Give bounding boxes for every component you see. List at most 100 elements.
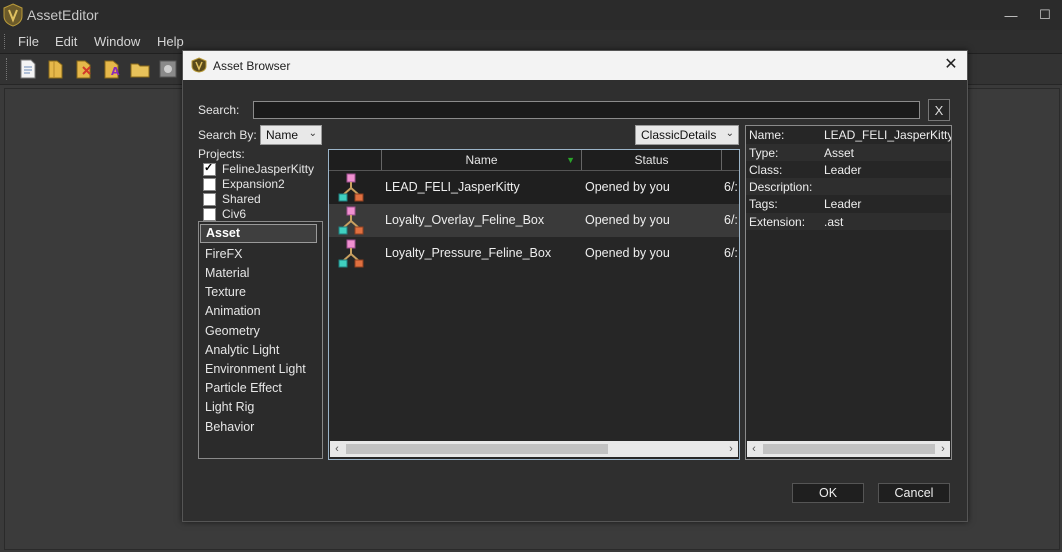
dialog-title: Asset Browser	[213, 59, 291, 73]
view-mode-value: ClassicDetails	[641, 128, 717, 142]
asset-grid: Name ▼ Status LEAD_FELI_JasperKitty Open…	[328, 149, 740, 460]
asset-icon	[338, 239, 364, 268]
project-checkbox[interactable]	[203, 161, 216, 176]
grid-horizontal-scrollbar[interactable]: ‹ ›	[330, 441, 738, 457]
property-key: Class:	[749, 163, 783, 177]
settings-icon[interactable]	[157, 58, 179, 80]
type-item-environment-light[interactable]: Environment Light	[205, 362, 306, 376]
row-date: 6/:	[724, 246, 738, 260]
search-input[interactable]	[253, 101, 920, 119]
asset-icon	[338, 206, 364, 235]
property-key: Name:	[749, 128, 785, 142]
type-item-animation[interactable]: Animation	[205, 304, 261, 318]
row-date: 6/:	[724, 213, 738, 227]
folder-icon[interactable]	[129, 58, 151, 80]
chevron-down-icon: ⌄	[725, 128, 734, 139]
row-name: LEAD_FELI_JasperKitty	[385, 180, 520, 194]
property-key: Tags:	[749, 197, 778, 211]
menu-grip[interactable]	[4, 34, 9, 49]
project-label: Civ6	[222, 207, 247, 221]
row-status: Opened by you	[585, 213, 670, 227]
new-document-icon[interactable]	[17, 58, 39, 80]
table-row[interactable]: Loyalty_Overlay_Feline_Box Opened by you…	[329, 204, 739, 237]
project-label: Shared	[222, 192, 261, 206]
search-by-value: Name	[266, 128, 299, 142]
type-item-firefx[interactable]: FireFX	[205, 247, 243, 261]
scroll-right-icon[interactable]: ›	[724, 441, 738, 457]
table-row[interactable]: LEAD_FELI_JasperKitty Opened by you 6/:	[329, 171, 739, 204]
type-item-material[interactable]: Material	[205, 266, 249, 280]
remove-icon[interactable]	[73, 58, 95, 80]
menu-window[interactable]: Window	[94, 34, 140, 49]
type-item-texture[interactable]: Texture	[205, 285, 246, 299]
app-logo-icon	[3, 3, 23, 27]
scrollbar-thumb[interactable]	[763, 444, 935, 454]
menu-file[interactable]: File	[18, 34, 39, 49]
row-status: Opened by you	[585, 180, 670, 194]
scroll-right-icon[interactable]: ›	[936, 441, 950, 457]
type-item-analytic-light[interactable]: Analytic Light	[205, 343, 279, 357]
app-titlebar: AssetEditor — ☐	[0, 0, 1062, 30]
column-header-date[interactable]	[722, 150, 739, 170]
column-header-name[interactable]: Name ▼	[382, 150, 582, 170]
property-key: Description:	[749, 180, 813, 194]
menu-edit[interactable]: Edit	[55, 34, 77, 49]
close-icon[interactable]: ✕	[941, 55, 961, 75]
column-header-status[interactable]: Status	[582, 150, 722, 170]
property-row: Name: LEAD_FELI_JasperKitty	[746, 126, 951, 143]
project-item[interactable]: FelineJasperKitty	[203, 161, 315, 176]
type-item-geometry[interactable]: Geometry	[205, 324, 260, 338]
properties-horizontal-scrollbar[interactable]: ‹ ›	[747, 441, 950, 457]
type-item-light-rig[interactable]: Light Rig	[205, 400, 254, 414]
dialog-app-icon	[191, 57, 207, 73]
app-title: AssetEditor	[27, 7, 99, 23]
project-checkbox[interactable]	[203, 192, 216, 206]
project-item[interactable]: Shared	[203, 192, 261, 206]
ok-button[interactable]: OK	[792, 483, 864, 503]
scroll-left-icon[interactable]: ‹	[330, 441, 344, 457]
property-value: Leader	[824, 197, 862, 211]
toolbar-grip[interactable]	[6, 58, 11, 80]
project-item[interactable]: Expansion2	[203, 177, 285, 191]
cancel-button[interactable]: Cancel	[878, 483, 950, 503]
project-item[interactable]: Civ6	[203, 207, 246, 221]
project-checkbox[interactable]	[203, 207, 216, 221]
property-key: Extension:	[749, 215, 806, 229]
row-name: Loyalty_Pressure_Feline_Box	[385, 246, 552, 260]
projects-label: Projects:	[198, 147, 245, 161]
property-key: Type:	[749, 146, 779, 160]
properties-panel: Name: LEAD_FELI_JasperKitty Type: Asset …	[745, 125, 952, 460]
property-value: LEAD_FELI_JasperKitty	[824, 128, 952, 142]
type-item-particle-effect[interactable]: Particle Effect	[205, 381, 282, 395]
open-icon[interactable]	[45, 58, 67, 80]
minimize-button[interactable]: —	[994, 0, 1028, 30]
property-value: .ast	[824, 215, 844, 229]
search-by-label: Search By:	[198, 128, 257, 142]
project-checkbox[interactable]	[203, 177, 216, 191]
search-by-dropdown[interactable]: Name ⌄	[260, 125, 322, 145]
sort-descending-icon: ▼	[566, 155, 575, 165]
property-row: Tags: Leader	[746, 195, 951, 212]
row-name: Loyalty_Overlay_Feline_Box	[385, 213, 545, 227]
project-label: Expansion2	[222, 177, 285, 191]
scrollbar-thumb[interactable]	[346, 444, 608, 454]
property-row: Description:	[746, 178, 951, 195]
type-item-behavior[interactable]: Behavior	[205, 420, 254, 434]
asset-type-list: Asset FireFX Material Texture Animation …	[198, 221, 323, 459]
table-row[interactable]: Loyalty_Pressure_Feline_Box Opened by yo…	[329, 237, 739, 270]
maximize-button[interactable]: ☐	[1028, 0, 1062, 30]
leader-asset-icon	[338, 173, 364, 202]
svg-text:A: A	[111, 65, 120, 78]
project-label: FelineJasperKitty	[222, 162, 315, 176]
row-status: Opened by you	[585, 246, 670, 260]
rename-icon[interactable]: A	[101, 58, 123, 80]
property-value: Leader	[824, 163, 862, 177]
clear-search-button[interactable]: X	[928, 99, 950, 121]
property-row: Extension: .ast	[746, 213, 951, 230]
view-mode-dropdown[interactable]: ClassicDetails ⌄	[635, 125, 739, 145]
scroll-left-icon[interactable]: ‹	[747, 441, 761, 457]
menu-help[interactable]: Help	[157, 34, 184, 49]
column-header-name-label: Name	[465, 153, 498, 167]
column-header-icon[interactable]	[329, 150, 382, 170]
type-item-asset[interactable]: Asset	[200, 224, 317, 243]
